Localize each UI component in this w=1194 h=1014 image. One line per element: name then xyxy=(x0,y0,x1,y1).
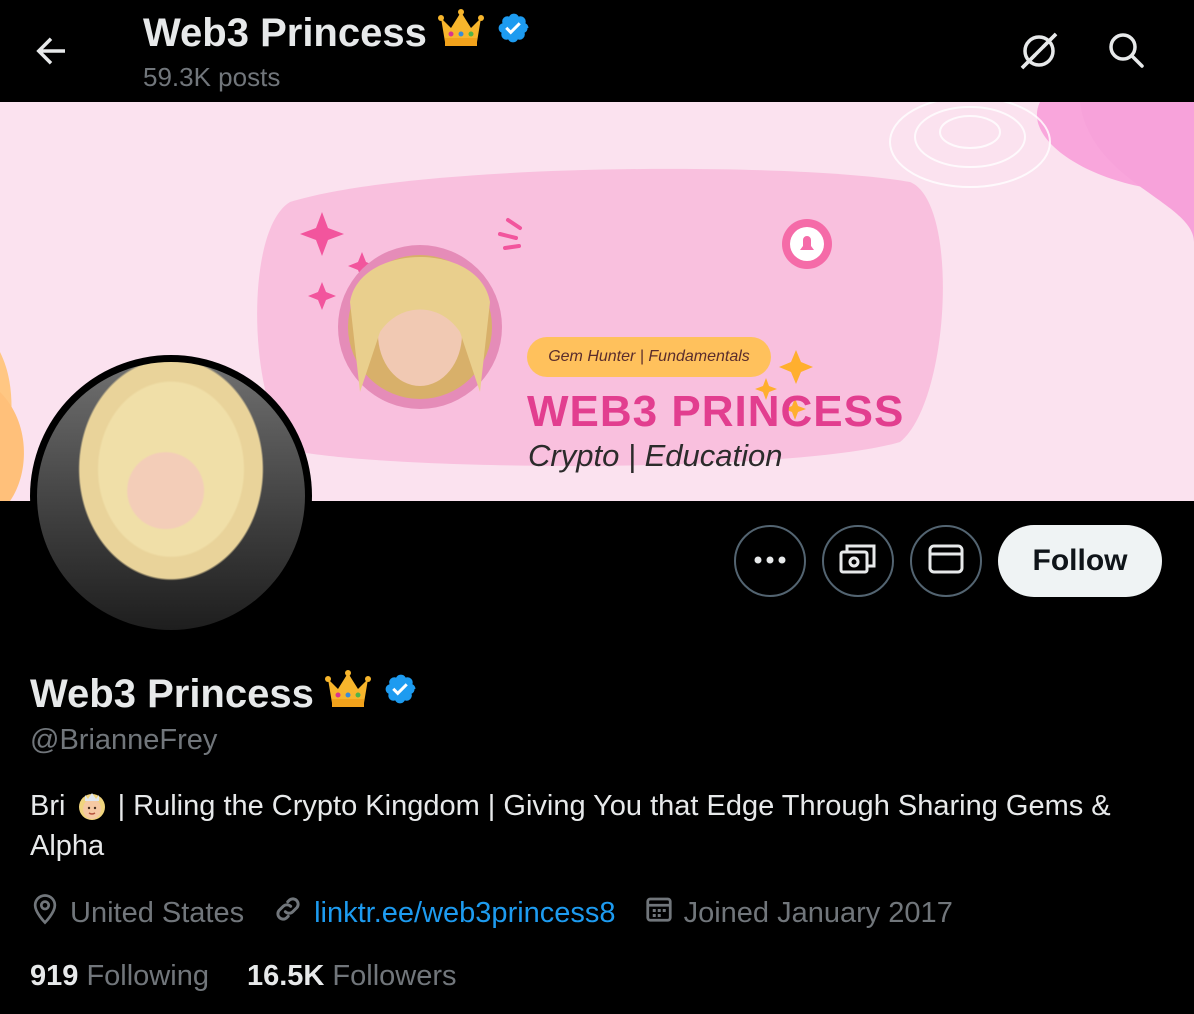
crown-icon xyxy=(437,8,485,58)
banner-tag: Gem Hunter | Fundamentals xyxy=(527,337,771,377)
follow-button[interactable]: Follow xyxy=(998,525,1162,597)
princess-emoji-icon xyxy=(74,786,110,826)
website-item: linktr.ee/web3princess8 xyxy=(272,893,616,933)
crown-icon xyxy=(324,668,372,720)
location-text: United States xyxy=(70,896,245,929)
grok-icon[interactable] xyxy=(1014,26,1064,76)
followers-count: 16.5K xyxy=(246,960,325,992)
header-title: Web3 Princess xyxy=(143,8,531,58)
avatar[interactable] xyxy=(30,355,312,637)
website-link[interactable]: linktr.ee/web3princess8 xyxy=(314,897,615,930)
following-label: Following xyxy=(86,960,209,992)
display-name: Web3 Princess xyxy=(30,671,314,716)
back-arrow-icon[interactable] xyxy=(30,30,72,72)
tip-button[interactable] xyxy=(822,525,894,597)
profile-handle: @BrianneFrey xyxy=(30,724,218,756)
joined-item: Joined January 2017 xyxy=(644,894,953,932)
profile-name: Web3 Princess xyxy=(30,668,418,720)
verified-badge-icon[interactable] xyxy=(382,671,418,717)
link-icon xyxy=(272,893,304,933)
banner-title: WEB3 PRINCESS xyxy=(527,387,905,436)
followers-stat[interactable]: 16.5K Followers xyxy=(247,960,457,993)
header-name: Web3 Princess xyxy=(143,10,427,55)
search-icon[interactable] xyxy=(1102,26,1152,76)
profile-stats: 919 Following 16.5K Followers xyxy=(30,960,495,993)
profile-meta: United States linktr.ee/web3princess8 Jo… xyxy=(30,893,981,933)
avatar-image xyxy=(37,362,305,630)
following-stat[interactable]: 919 Following xyxy=(30,960,209,993)
tip-icon xyxy=(838,542,878,581)
bio-text: | Ruling the Crypto Kingdom | Giving You… xyxy=(30,790,1111,862)
top-bar: Web3 Princess 59.3K posts xyxy=(0,0,1194,102)
followers-label: Followers xyxy=(332,960,457,992)
message-button[interactable] xyxy=(910,525,982,597)
posts-count: 59.3K posts xyxy=(143,62,281,92)
location-icon xyxy=(30,893,60,933)
more-button[interactable] xyxy=(734,525,806,597)
following-count: 919 xyxy=(30,960,79,992)
calendar-icon xyxy=(644,894,674,932)
profile-bio: Bri | Ruling the Crypto Kingdom | Giving… xyxy=(30,786,1170,866)
more-icon xyxy=(753,552,787,570)
joined-text: Joined January 2017 xyxy=(683,896,953,929)
verified-badge-icon[interactable] xyxy=(495,10,531,56)
bio-prefix: Bri xyxy=(30,790,66,822)
message-icon xyxy=(928,544,964,579)
banner-subtitle: Crypto | Education xyxy=(528,438,783,473)
location-item: United States xyxy=(30,893,244,933)
